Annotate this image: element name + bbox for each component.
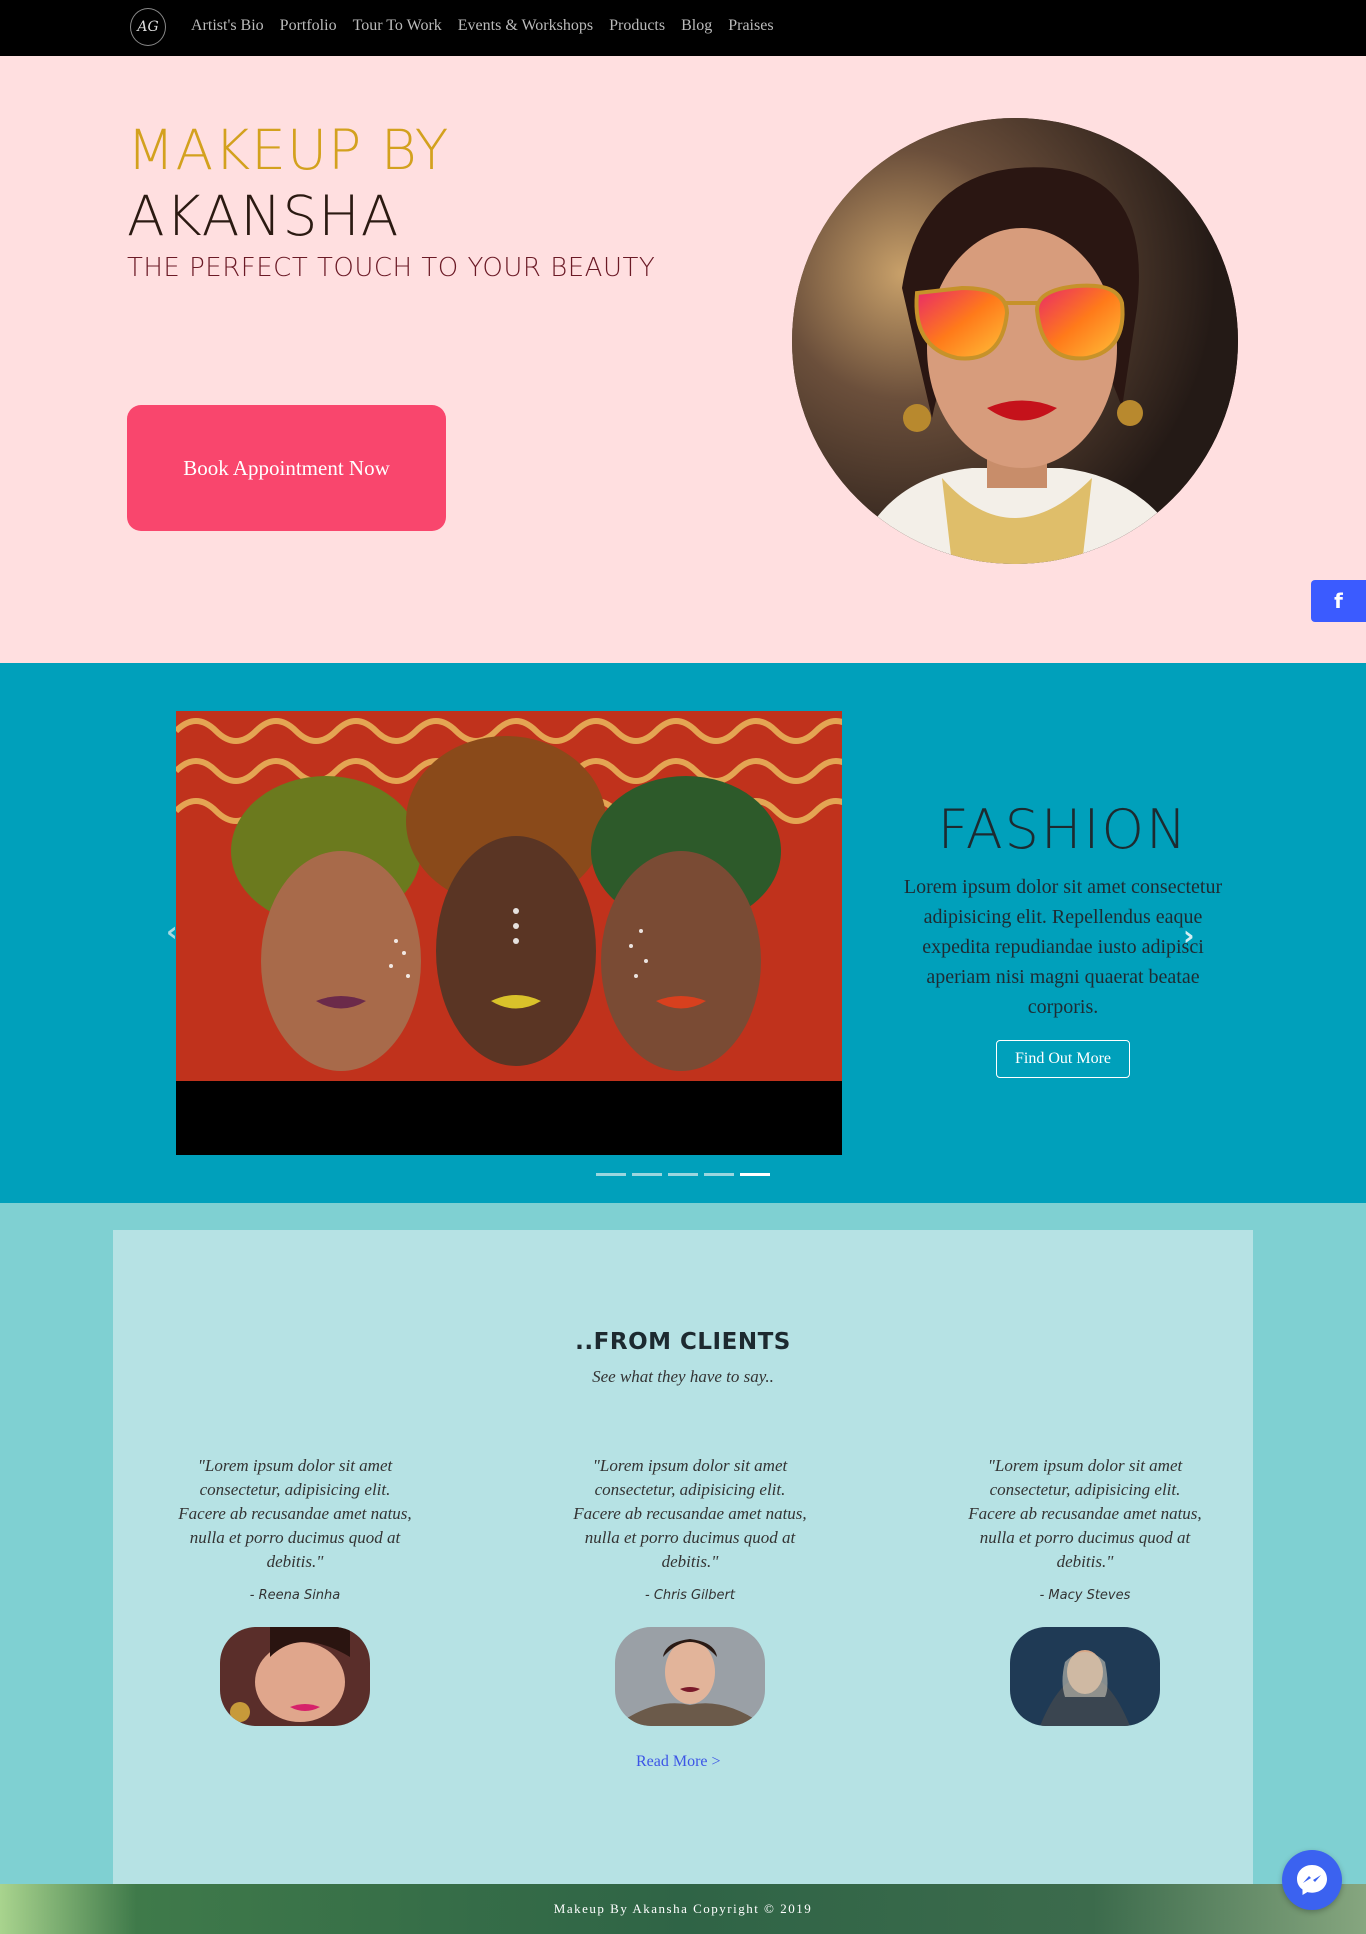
carousel-indicator[interactable] (668, 1173, 698, 1176)
footer-copyright: Makeup By Akansha Copyright © 2019 (553, 1901, 813, 1916)
carousel-indicator[interactable] (596, 1173, 626, 1176)
testimonials-subtitle: See what they have to say.. (592, 1367, 774, 1386)
carousel-slide-image (176, 711, 842, 1155)
hero-title-line2: AKANSHA (127, 184, 400, 248)
top-navbar: AG Artist's Bio Portfolio Tour To Work E… (0, 0, 1366, 56)
testimonial-card: "Lorem ipsum dolor sit amet consectetur,… (175, 1454, 415, 1726)
testimonial-author: - Reena Sinha (249, 1588, 341, 1603)
carousel-indicator[interactable] (632, 1173, 662, 1176)
carousel-indicator[interactable] (704, 1173, 734, 1176)
messenger-chat-button[interactable] (1282, 1850, 1342, 1910)
fashion-carousel: ‹ › FASHION Lorem ipsum dolor sit amet c… (0, 663, 1366, 1203)
client-avatar (1010, 1627, 1160, 1726)
nav-link-artists-bio[interactable]: Artist's Bio (191, 17, 264, 35)
nav-link-products[interactable]: Products (609, 17, 665, 35)
find-out-more-button[interactable]: Find Out More (996, 1040, 1130, 1078)
testimonials-title: ..FROM CLIENTS (575, 1329, 791, 1355)
carousel-prev-icon[interactable]: ‹ (166, 915, 178, 948)
artist-portrait (792, 118, 1238, 564)
hero-title-line1: MAKEUP BY (127, 118, 450, 182)
testimonial-card: "Lorem ipsum dolor sit amet consectetur,… (570, 1454, 810, 1726)
slide-title: FASHION (937, 798, 1189, 861)
read-more-link[interactable]: Read More > (636, 1753, 721, 1771)
client-avatar (615, 1627, 765, 1726)
facebook-icon: f (1334, 589, 1343, 613)
nav-link-blog[interactable]: Blog (681, 17, 712, 35)
testimonial-quote: "Lorem ipsum dolor sit amet consectetur,… (968, 1456, 1202, 1571)
nav-link-tour-to-work[interactable]: Tour To Work (353, 17, 442, 35)
nav-link-praises[interactable]: Praises (728, 17, 773, 35)
logo[interactable]: AG (130, 8, 166, 46)
testimonial-author: - Chris Gilbert (645, 1588, 735, 1603)
testimonial-author: - Macy Steves (1039, 1588, 1131, 1603)
testimonial-quote: "Lorem ipsum dolor sit amet consectetur,… (573, 1456, 807, 1571)
testimonial-quote: "Lorem ipsum dolor sit amet consectetur,… (178, 1456, 412, 1571)
carousel-indicators (596, 1173, 770, 1176)
book-appointment-button[interactable]: Book Appointment Now (127, 405, 446, 531)
nav-link-events-workshops[interactable]: Events & Workshops (458, 17, 593, 35)
facebook-button[interactable]: f (1311, 580, 1366, 622)
nav-links: Artist's Bio Portfolio Tour To Work Even… (191, 17, 790, 35)
carousel-indicator-active[interactable] (740, 1173, 770, 1176)
messenger-icon (1297, 1865, 1327, 1895)
nav-link-portfolio[interactable]: Portfolio (280, 17, 337, 35)
slide-text: Lorem ipsum dolor sit amet consectetur a… (903, 876, 1223, 1018)
hero-subtitle: THE PERFECT TOUCH TO YOUR BEAUTY (127, 253, 656, 283)
client-avatar (220, 1627, 370, 1726)
testimonial-card: "Lorem ipsum dolor sit amet consectetur,… (965, 1454, 1205, 1726)
